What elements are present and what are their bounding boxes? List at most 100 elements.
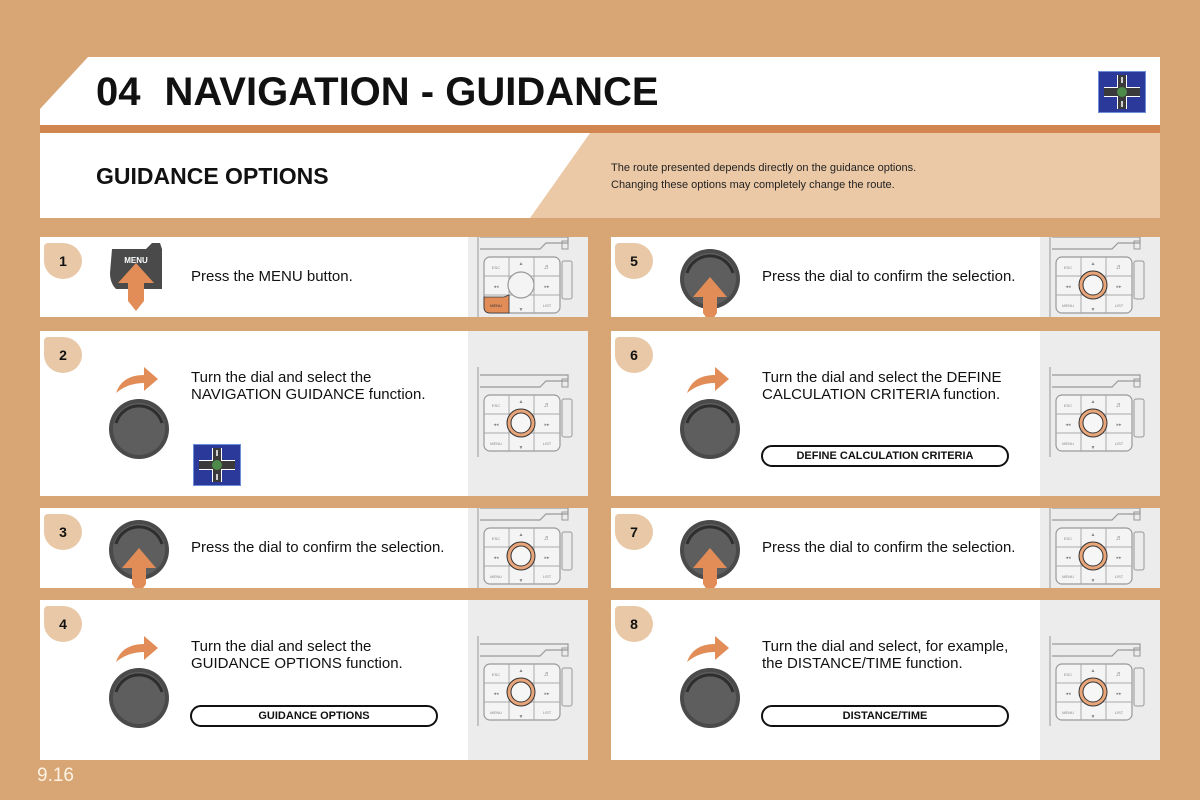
console-dial-highlight-icon: ESC ◂◂ ▸▸ ♬ ▲ ▼ LIST MENU (477, 636, 573, 726)
svg-text:MENU: MENU (490, 441, 502, 446)
step-number-badge: 2 (44, 337, 82, 373)
console-dial-highlight-icon: ESC ◂◂ ▸▸ ♬ ▲ ▼ LIST MENU (1049, 367, 1145, 457)
instruction-line: GUIDANCE OPTIONS function. (191, 655, 403, 672)
svg-text:♬: ♬ (1116, 535, 1123, 542)
svg-text:◂◂: ◂◂ (1065, 422, 1071, 428)
svg-text:MENU: MENU (490, 303, 502, 308)
svg-text:▲: ▲ (1091, 399, 1096, 405)
svg-text:◂◂: ◂◂ (1065, 284, 1071, 290)
step-instruction: Press the dial to confirm the selection. (191, 539, 444, 556)
svg-text:ESC: ESC (492, 672, 500, 677)
svg-text:ESC: ESC (492, 403, 500, 408)
svg-text:▼: ▼ (519, 714, 524, 720)
instruction-line: NAVIGATION GUIDANCE function. (191, 386, 426, 403)
step-instruction: Turn the dial and select the GUIDANCE OPT… (191, 638, 403, 672)
svg-text:▼: ▼ (1091, 445, 1096, 451)
svg-text:ESC: ESC (492, 536, 500, 541)
svg-text:ESC: ESC (1064, 403, 1072, 408)
step-instruction: Turn the dial and select the DEFINE CALCU… (762, 369, 1002, 403)
step-panel-4: 4 Turn the dial and select the GUIDANCE OP… (40, 600, 588, 760)
step-number-badge: 8 (615, 606, 653, 642)
svg-text:ESC: ESC (1064, 536, 1072, 541)
instruction-line: Turn the dial and select the (191, 638, 372, 655)
instruction-line: CALCULATION CRITERIA function. (762, 386, 1001, 403)
svg-text:▼: ▼ (519, 445, 524, 451)
svg-text:▼: ▼ (519, 578, 524, 584)
turn-dial-icon (675, 630, 745, 735)
step-number-badge: 7 (615, 514, 653, 550)
svg-text:LIST: LIST (1115, 574, 1124, 579)
press-dial-icon (675, 239, 745, 317)
step-panel-2: 2 Turn the dial and select the NAVIGATION … (40, 331, 588, 496)
step-number-badge: 6 (615, 337, 653, 373)
svg-text:▲: ▲ (519, 399, 524, 405)
svg-text:LIST: LIST (543, 574, 552, 579)
roundabout-navigation-icon (1098, 71, 1146, 113)
svg-text:♬: ♬ (1116, 671, 1123, 678)
note-line: The route presented depends directly on … (611, 162, 917, 174)
svg-text:▲: ▲ (519, 532, 524, 538)
svg-text:▼: ▼ (1091, 714, 1096, 720)
section-note: The route presented depends directly on … (611, 160, 916, 194)
control-panel-diagram: ESC ◂◂ ▸▸ ♬ ▲ ▼ LIST MENU (1040, 237, 1160, 317)
instruction-line: Press the MENU button. (191, 268, 353, 285)
menu-option-display: GUIDANCE OPTIONS (190, 705, 438, 727)
svg-text:♬: ♬ (1116, 264, 1123, 271)
svg-text:LIST: LIST (1115, 441, 1124, 446)
svg-text:◂◂: ◂◂ (1065, 555, 1071, 561)
instruction-line: Turn the dial and select, for example, (762, 638, 1009, 655)
svg-text:LIST: LIST (1115, 710, 1124, 715)
control-panel-diagram: ESC ◂◂ ▸▸ ♬ ▲ ▼ LIST MENU (1040, 331, 1160, 496)
svg-text:▼: ▼ (1091, 578, 1096, 584)
svg-text:LIST: LIST (1115, 303, 1124, 308)
console-dial-highlight-icon: ESC ◂◂ ▸▸ ♬ ▲ ▼ LIST MENU (1049, 636, 1145, 726)
page-title: 04 NAVIGATION - GUIDANCE (96, 70, 659, 114)
step-instruction: Press the dial to confirm the selection. (762, 268, 1015, 285)
svg-text:MENU: MENU (490, 710, 502, 715)
svg-text:ESC: ESC (1064, 672, 1072, 677)
step-number-badge: 1 (44, 243, 82, 279)
step-instruction: Turn the dial and select the NAVIGATION G… (191, 369, 426, 403)
svg-text:▲: ▲ (519, 668, 524, 674)
svg-text:▲: ▲ (1091, 668, 1096, 674)
menu-option-display: DISTANCE/TIME (761, 705, 1009, 727)
svg-text:▲: ▲ (519, 261, 524, 267)
svg-text:LIST: LIST (543, 710, 552, 715)
svg-text:♬: ♬ (544, 535, 551, 542)
instruction-line: Turn the dial and select the DEFINE (762, 369, 1002, 386)
title-divider (40, 125, 1160, 133)
svg-text:▸▸: ▸▸ (1116, 284, 1122, 290)
svg-text:▸▸: ▸▸ (1116, 422, 1122, 428)
console-menu-highlight-icon: ESC ◂◂ ▸▸ ♬ ▲ ▼ LIST MENU (477, 237, 573, 317)
svg-text:◂◂: ◂◂ (493, 555, 499, 561)
page-number: 9.16 (37, 765, 74, 786)
instruction-line: Press the dial to confirm the selection. (762, 539, 1016, 556)
chapter-number: 04 (96, 70, 141, 114)
instruction-line: the DISTANCE/TIME function. (762, 655, 963, 672)
menu-button-press-icon: MENU (108, 243, 168, 317)
control-panel-diagram: ESC ◂◂ ▸▸ ♬ ▲ ▼ LIST MENU (468, 331, 588, 496)
turn-dial-icon (104, 361, 174, 466)
console-dial-highlight-icon: ESC ◂◂ ▸▸ ♬ ▲ ▼ LIST MENU (477, 367, 573, 457)
control-panel-diagram: ESC ◂◂ ▸▸ ♬ ▲ ▼ LIST MENU (468, 237, 588, 317)
svg-text:MENU: MENU (1062, 574, 1074, 579)
svg-text:▲: ▲ (1091, 532, 1096, 538)
control-panel-diagram: ESC ◂◂ ▸▸ ♬ ▲ ▼ LIST MENU (1040, 600, 1160, 760)
step-panel-3: 3 Press the dial to confirm the selection… (40, 508, 588, 588)
roundabout-navigation-icon (193, 444, 241, 491)
svg-text:▸▸: ▸▸ (544, 422, 550, 428)
svg-text:ESC: ESC (492, 265, 500, 270)
turn-dial-icon (675, 361, 745, 466)
svg-text:◂◂: ◂◂ (493, 284, 499, 290)
svg-text:MENU: MENU (1062, 710, 1074, 715)
instruction-line: Press the dial to confirm the selection. (191, 539, 445, 556)
svg-text:▼: ▼ (519, 307, 524, 313)
svg-text:▸▸: ▸▸ (544, 555, 550, 561)
step-instruction: Press the dial to confirm the selection. (762, 539, 1015, 556)
svg-text:♬: ♬ (1116, 402, 1123, 409)
svg-text:LIST: LIST (543, 303, 552, 308)
console-dial-highlight-icon: ESC ◂◂ ▸▸ ♬ ▲ ▼ LIST MENU (1049, 237, 1145, 317)
step-panel-5: 5 Press the dial to confirm the selection… (611, 237, 1160, 317)
svg-text:◂◂: ◂◂ (1065, 691, 1071, 697)
step-panel-8: 8 Turn the dial and select, for example, t… (611, 600, 1160, 760)
